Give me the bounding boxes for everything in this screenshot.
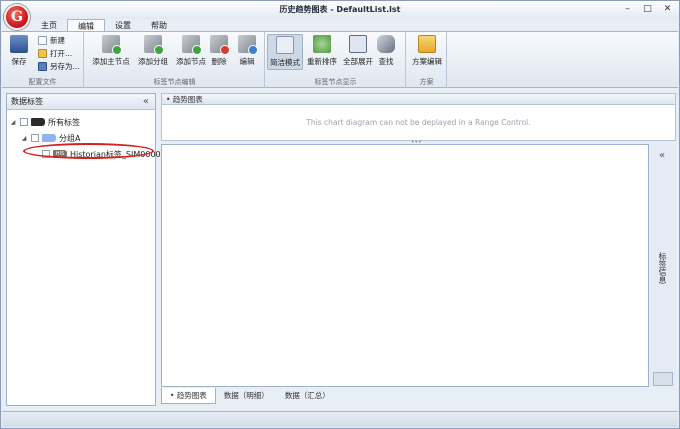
add-group-button[interactable]: 添加分组: [133, 34, 173, 67]
tree-label: 分组A: [59, 133, 81, 143]
simple-mode-button[interactable]: 简洁模式: [267, 34, 303, 70]
side-strip-button[interactable]: [653, 372, 673, 386]
checkbox[interactable]: [20, 118, 28, 126]
tag-delete-icon: [210, 35, 230, 55]
window-controls: – □ ✕: [622, 4, 673, 15]
new-file-icon: [38, 36, 47, 45]
find-label: 查找: [378, 57, 394, 66]
highlight-annotation: [23, 143, 154, 159]
tag-add-icon: [102, 35, 122, 55]
add-group-label: 添加分组: [138, 57, 168, 66]
trend-header: • 趋势图表: [161, 93, 676, 105]
tab-data-summary[interactable]: 数据（汇总）: [277, 388, 338, 404]
scheme-edit-button[interactable]: 方案编辑: [407, 34, 447, 67]
open-label: 打开...: [50, 49, 73, 58]
data-tags-panel: 数据标签 « ◢ 所有标签 ◢ 分组A HIS Historian标签_SIM0…: [6, 93, 166, 406]
tree-node-all-tags[interactable]: ◢ 所有标签: [9, 116, 80, 128]
new-button[interactable]: 新建: [38, 35, 65, 46]
delete-label: 删除: [211, 57, 227, 66]
refresh-icon: [313, 35, 331, 53]
checkbox[interactable]: [31, 134, 39, 142]
folder-icon: [38, 49, 47, 58]
app-logo[interactable]: G: [4, 4, 30, 30]
panel-title: 数据标签: [11, 97, 43, 106]
save-as-icon: [38, 62, 47, 71]
tag-root-icon: [31, 118, 45, 126]
add-main-node-button[interactable]: 添加主节点: [91, 34, 131, 67]
collapse-triangle-icon[interactable]: ◢: [20, 135, 28, 142]
panel-header: 数据标签 «: [7, 94, 155, 110]
group-scheme: 方案编辑 方案: [407, 32, 447, 88]
tag-group-add-icon: [144, 35, 164, 55]
edit-button[interactable]: 编辑: [229, 34, 265, 67]
new-label: 新建: [50, 36, 65, 45]
save-button[interactable]: 保存: [3, 34, 35, 67]
chart-area[interactable]: [161, 144, 649, 387]
binoculars-icon: [377, 35, 395, 53]
window-title: 历史趋势图表 - DefaultList.lst: [279, 5, 401, 14]
close-button[interactable]: ✕: [662, 4, 673, 15]
group-label-scheme: 方案: [419, 78, 434, 86]
vertical-splitter[interactable]: [157, 93, 160, 406]
expand-icon: [349, 35, 367, 53]
collapse-right-icon[interactable]: «: [659, 150, 665, 161]
tag-node-add-icon: [182, 35, 202, 55]
folder-edit-icon: [418, 35, 436, 53]
range-control-area: This chart diagram can not be deplayed i…: [161, 105, 676, 141]
view-tabs: • 趋势图表 数据（明细） 数据（汇总）: [161, 388, 649, 404]
group-label-node-edit: 标签节点编辑: [153, 78, 196, 86]
tree-node-group-a[interactable]: ◢ 分组A: [20, 132, 81, 144]
resort-button[interactable]: 重新排序: [302, 34, 342, 67]
group-node-display: 简洁模式 重新排序 全部展开 查找 标签节点显示: [266, 32, 406, 88]
tag-group-icon: [42, 134, 56, 142]
minimize-button[interactable]: –: [622, 4, 633, 15]
edit-label: 编辑: [239, 57, 255, 66]
tab-trend-chart[interactable]: • 趋势图表: [161, 388, 216, 404]
group-config-file: 保存 新建 打开... 另存为... 配置文件: [2, 32, 84, 88]
list-view-icon: [276, 36, 294, 54]
add-main-node-label: 添加主节点: [92, 57, 130, 66]
tag-info-strip: « 标签信息: [650, 144, 676, 387]
scheme-edit-label: 方案编辑: [412, 57, 442, 66]
save-icon: [10, 35, 28, 53]
group-node-edit: 添加主节点 添加分组 添加节点 删除 编辑 标签节点编辑: [85, 32, 265, 88]
resort-label: 重新排序: [307, 57, 337, 66]
tag-info-label[interactable]: 标签信息: [657, 252, 668, 284]
save-as-button[interactable]: 另存为...: [38, 61, 80, 72]
find-button[interactable]: 查找: [368, 34, 404, 67]
tag-edit-icon: [238, 35, 258, 55]
collapse-triangle-icon[interactable]: ◢: [9, 119, 17, 126]
save-as-label: 另存为...: [50, 62, 80, 71]
title-bar: 历史趋势图表 - DefaultList.lst – □ ✕: [1, 1, 679, 19]
maximize-button[interactable]: □: [642, 4, 653, 15]
open-button[interactable]: 打开...: [38, 48, 72, 59]
group-label-config-file: 配置文件: [28, 78, 57, 86]
simple-mode-label: 简洁模式: [270, 58, 300, 67]
status-bar: [2, 411, 678, 427]
tab-data-detail[interactable]: 数据（明细）: [216, 388, 277, 404]
range-control-message: This chart diagram can not be deplayed i…: [306, 118, 531, 127]
ribbon: 保存 新建 打开... 另存为... 配置文件 添加主节点 添加分组 添加节点 …: [2, 31, 678, 88]
collapse-left-icon[interactable]: «: [143, 94, 149, 110]
group-label-node-display: 标签节点显示: [314, 78, 357, 86]
app-window: 历史趋势图表 - DefaultList.lst – □ ✕ 主页 编辑 设置 …: [0, 0, 680, 429]
save-label: 保存: [11, 57, 27, 66]
tree-label: 所有标签: [48, 117, 80, 127]
